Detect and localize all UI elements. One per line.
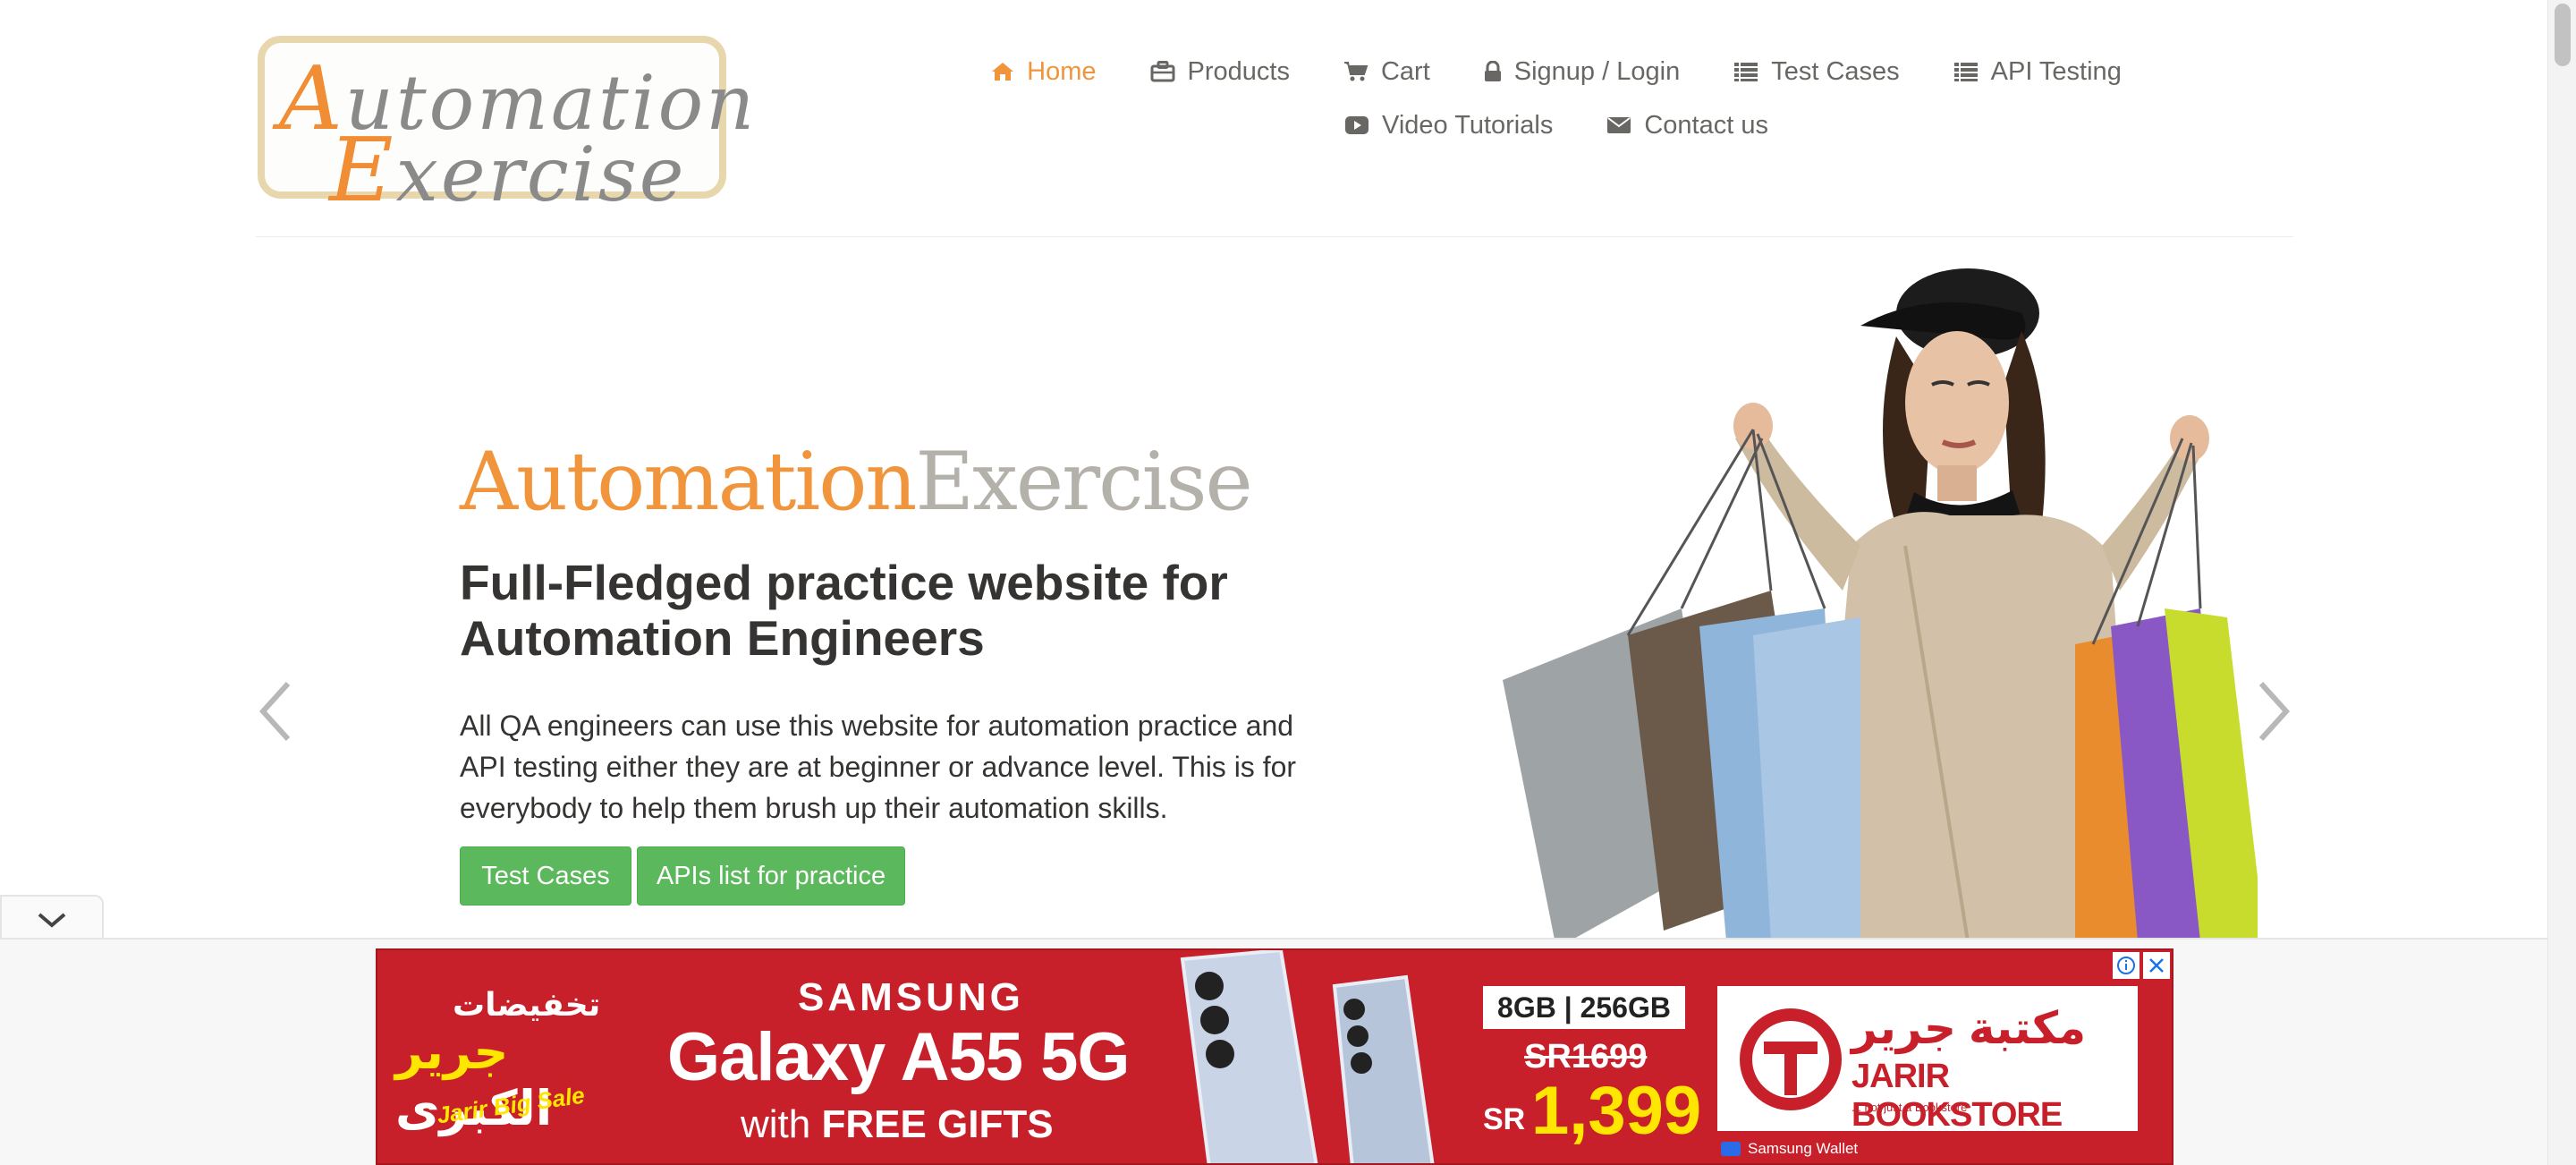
nav-products-label: Products [1187, 56, 1290, 86]
nav-signup-login-label: Signup / Login [1513, 56, 1681, 86]
ad-close-icon[interactable] [2143, 952, 2170, 979]
nav-cart-label: Cart [1380, 56, 1430, 86]
hero-brand-title: AutomationExercise [460, 442, 1253, 523]
jarir-logo-icon [1740, 1008, 1842, 1110]
ad-gifts-bold: FREE GIFTS [821, 1102, 1054, 1146]
nav-test-cases[interactable]: Test Cases [1733, 56, 1900, 87]
ad-model: Galaxy A55 5G [667, 1019, 1131, 1095]
nav-contact-us[interactable]: Contact us [1606, 111, 1768, 140]
ad-sale-arabic-2: جرير الكبرى [395, 1024, 637, 1136]
nav-api-testing-label: API Testing [1990, 56, 2122, 86]
main-nav: Home Products Cart Signup / Login Test C… [948, 50, 2165, 147]
jarir-tagline: ... not just a Bookstore [1852, 1101, 1968, 1114]
ad-spec: 8GB | 256GB [1483, 986, 1685, 1029]
ad-phones-image [1147, 950, 1469, 1163]
envelope-icon [1606, 115, 1631, 135]
ad-sale-arabic-1: تخفيضات [453, 986, 601, 1023]
ad-sale-arabic-2a: جرير [395, 1025, 509, 1079]
list-icon [1733, 61, 1758, 82]
ad-sale-badge: تخفيضات جرير الكبرى Jarir Big Sale [395, 986, 637, 1147]
list-icon [1953, 61, 1979, 82]
ad-brand: SAMSUNG [798, 975, 1024, 1019]
youtube-icon [1344, 115, 1369, 135]
ad-old-price: SR1699 [1524, 1038, 1648, 1076]
ad-info-icon[interactable] [2113, 952, 2140, 979]
chevron-left-icon [258, 681, 291, 742]
nav-signup-login[interactable]: Signup / Login [1484, 57, 1680, 87]
hero-title-exercise: Exercise [915, 435, 1252, 529]
cart-icon [1343, 61, 1368, 82]
ad-gifts: with FREE GIFTS [741, 1102, 1054, 1147]
nav-home-label: Home [1027, 56, 1097, 86]
nav-api-testing[interactable]: API Testing [1953, 57, 2122, 87]
ad-wallet: Samsung Wallet [1721, 1140, 1858, 1158]
carousel-next-arrow[interactable] [2256, 680, 2292, 743]
ad-wallet-label: Samsung Wallet [1748, 1140, 1859, 1157]
site-logo[interactable]: Automation Exercise [258, 36, 754, 222]
nav-row-2: Video Tutorials Contact us [948, 104, 2165, 147]
nav-row-1: Home Products Cart Signup / Login Test C… [948, 50, 2165, 93]
apis-list-button[interactable]: APIs list for practice [637, 846, 905, 906]
logo-text-exercise: xercise [395, 131, 687, 218]
lock-icon [1484, 61, 1502, 82]
test-cases-button[interactable]: Test Cases [460, 846, 631, 906]
nav-cart[interactable]: Cart [1343, 57, 1430, 87]
hero-title-automation: Automation [460, 435, 917, 529]
chevron-right-icon [2258, 681, 2291, 742]
scrollbar-thumb[interactable] [2555, 4, 2571, 66]
ad-controls [2113, 952, 2170, 979]
nav-video-tutorials-label: Video Tutorials [1382, 110, 1554, 140]
nav-contact-us-label: Contact us [1644, 110, 1768, 140]
nav-video-tutorials[interactable]: Video Tutorials [1344, 111, 1553, 140]
jarir-bookstore-logo: مكتبة جرير JARIR BOOKSTORE ... not just … [1717, 986, 2138, 1134]
jarir-name: JARIR BOOKSTORE [1852, 1058, 2063, 1134]
nav-products[interactable]: Products [1150, 57, 1290, 87]
home-icon [991, 62, 1014, 81]
logo-line-2: Exercise [329, 120, 687, 222]
header-divider [256, 236, 2293, 237]
ad-price: 1,399 [1531, 1073, 1702, 1149]
briefcase-icon [1150, 61, 1175, 82]
nav-home[interactable]: Home [991, 56, 1097, 87]
jarir-arabic: مكتبة جرير [1852, 1003, 2087, 1053]
hero-girl-image [1395, 251, 2258, 941]
carousel-prev-arrow[interactable] [258, 680, 293, 743]
wallet-icon [1721, 1142, 1741, 1156]
hero-heading: Full-Fledged practice website for Automa… [460, 555, 1228, 666]
samsung-ad-banner[interactable]: تخفيضات جرير الكبرى Jarir Big Sale SAMSU… [376, 948, 2174, 1165]
ad-currency: SR [1483, 1102, 1526, 1136]
page-scrollbar[interactable] [2547, 0, 2576, 1165]
nav-test-cases-label: Test Cases [1771, 56, 1900, 86]
hero-paragraph: All QA engineers can use this website fo… [460, 710, 1297, 824]
chevron-down-icon [38, 913, 66, 928]
ad-gifts-prefix: with [741, 1102, 822, 1146]
logo-cap-e: E [329, 120, 396, 222]
ad-collapse-toggle[interactable] [0, 895, 104, 941]
